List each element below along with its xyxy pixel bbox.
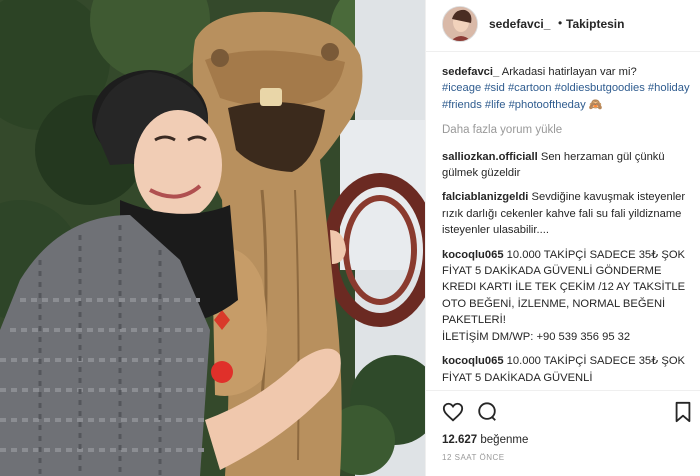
post-side-panel: sedefavci_ • Takiptesin sedefavci_ Arkad… (425, 0, 700, 476)
post-caption: sedefavci_ Arkadasi hatirlayan var mi? #… (442, 64, 694, 113)
hashtag[interactable]: #sid (484, 82, 505, 94)
author-avatar[interactable] (442, 6, 478, 42)
hashtag[interactable]: #oldiesbutgoodies (555, 82, 645, 94)
avatar-image (443, 7, 477, 41)
hashtag[interactable]: #friends (442, 99, 482, 111)
hashtag[interactable]: #photooftheday (509, 99, 586, 111)
hashtag[interactable]: #holiday (648, 82, 690, 94)
caption-text: Arkadasi hatirlayan var mi? (501, 66, 637, 78)
comment-item: kocoqlu065 10.000 TAKİPÇİ SADECE 35₺ ŞOK… (442, 247, 694, 345)
author-username[interactable]: sedefavci_ (489, 17, 550, 31)
likes-count[interactable]: 12.627 beğenme (442, 434, 528, 446)
comment-item: kocoqlu065 10.000 TAKİPÇİ SADECE 35₺ ŞOK… (442, 353, 694, 387)
photo-illustration (0, 0, 425, 476)
comments-section: sedefavci_ Arkadasi hatirlayan var mi? #… (442, 64, 694, 395)
comment-bubble-icon[interactable] (476, 401, 498, 423)
hashtag[interactable]: #life (485, 99, 506, 111)
header-separator: • (558, 16, 563, 30)
post-actions-bar: 12.627 beğenme 12 SAAT ÖNCE (426, 390, 700, 476)
comment-text-line: OTO BEĞENİ, İZLENME, NORMAL BEĞENİ PAKET… (442, 297, 666, 327)
likes-number: 12.627 (442, 434, 478, 446)
heart-icon[interactable] (442, 401, 464, 423)
comment-username[interactable]: falciablanizgeldi (442, 191, 528, 203)
comment-username[interactable]: kocoqlu065 (442, 249, 504, 261)
comment-username[interactable]: kocoqlu065 (442, 355, 504, 367)
instagram-post: sedefavci_ • Takiptesin sedefavci_ Arkad… (0, 0, 700, 476)
load-more-comments-link[interactable]: Daha fazla yorum yükle (442, 122, 694, 138)
likes-label: beğenme (480, 434, 529, 446)
post-timestamp: 12 SAAT ÖNCE (442, 453, 505, 462)
hashtag[interactable]: #iceage (442, 82, 481, 94)
comment-item: salliozkan.officiall Sen herzaman gül çü… (442, 149, 694, 182)
hashtag[interactable]: #cartoon (508, 82, 552, 94)
comment-item: falciablanizgeldi Sevdiğine kavuşmak ist… (442, 189, 694, 238)
comment-text-line: İLETİŞİM DM/WP: +90 539 356 95 32 (442, 330, 631, 343)
comment-text-line: KREDI KARTI İLE TEK ÇEKİM /12 AY TAKSİTL… (442, 281, 686, 294)
bookmark-icon[interactable] (672, 401, 694, 423)
following-button[interactable]: Takiptesin (566, 17, 624, 31)
post-photo[interactable] (0, 0, 425, 476)
post-header: sedefavci_ • Takiptesin (426, 0, 700, 52)
caption-username[interactable]: sedefavci_ (442, 66, 499, 78)
comment-username[interactable]: salliozkan.officiall (442, 151, 538, 163)
monkey-emoji: 🙈 (588, 98, 603, 111)
